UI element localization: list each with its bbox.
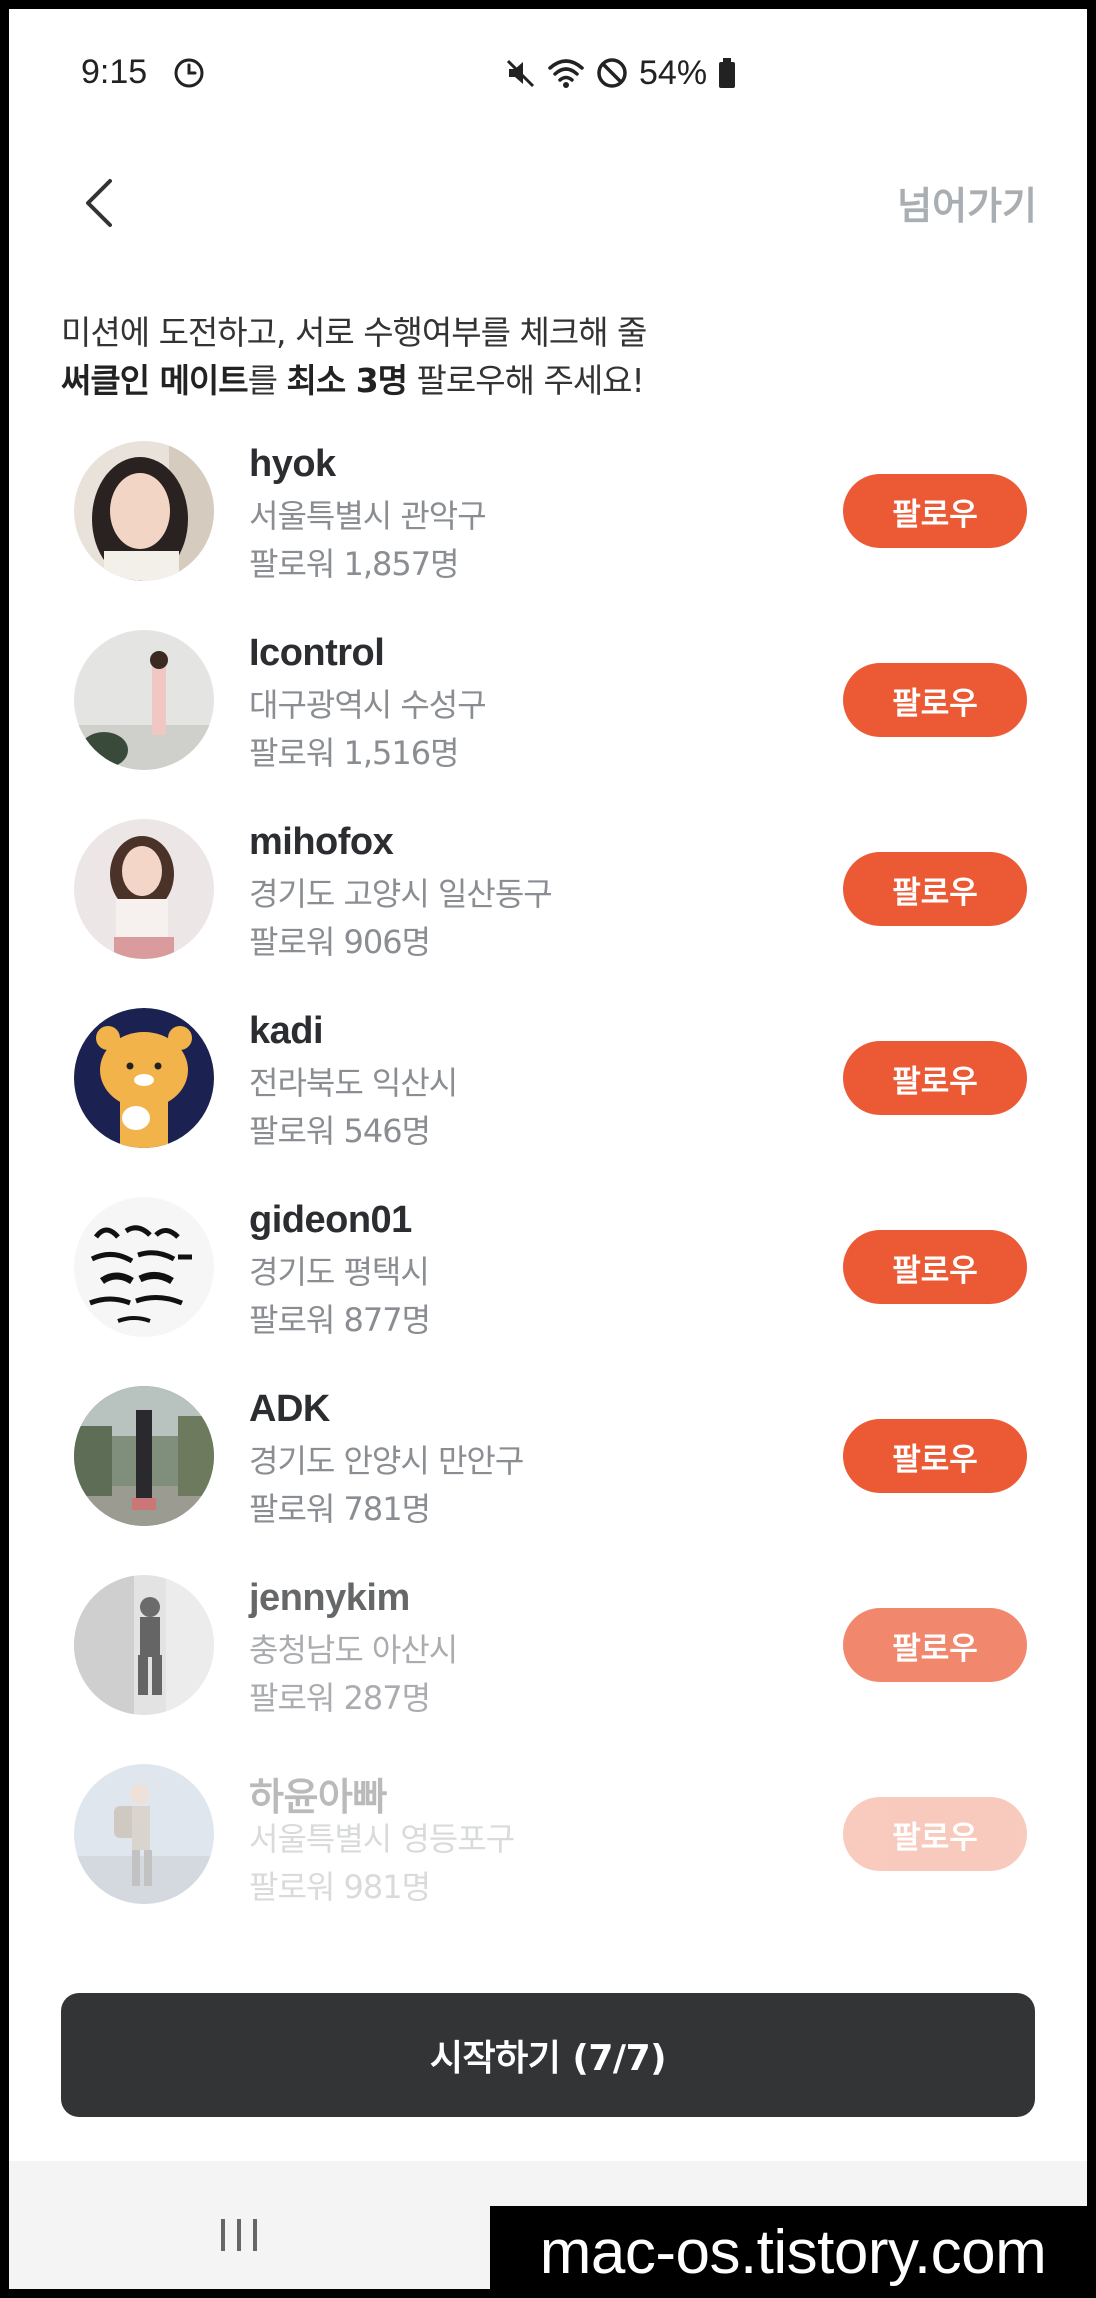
- mate-followers: 팔로워 546명: [249, 1112, 431, 1150]
- avatar-photo: [74, 630, 214, 770]
- mate-name: gideon01: [249, 1199, 412, 1241]
- wifi-icon: [548, 59, 584, 88]
- mate-region: 서울특별시 영등포구: [249, 1820, 515, 1858]
- mate-followers: 팔로워 1,857명: [249, 545, 460, 583]
- skip-button[interactable]: 넘어가기: [897, 175, 1037, 230]
- instruction-text-part: 팔로우해 주세요!: [407, 361, 645, 400]
- mate-row: mihofox 경기도 고양시 일산동구 팔로워 906명 팔로우: [9, 819, 1087, 1008]
- start-button[interactable]: 시작하기 (7/7): [61, 1993, 1035, 2117]
- follow-button[interactable]: 팔로우: [843, 1419, 1027, 1493]
- mate-region: 경기도 평택시: [249, 1253, 430, 1291]
- avatar[interactable]: [74, 1386, 214, 1526]
- follow-button[interactable]: 팔로우: [843, 1797, 1027, 1871]
- watermark: mac-os.tistory.com: [490, 2206, 1096, 2298]
- follow-button[interactable]: 팔로우: [843, 1230, 1027, 1304]
- avatar[interactable]: [74, 441, 214, 581]
- follow-button[interactable]: 팔로우: [843, 1608, 1027, 1682]
- mate-row: gideon01 경기도 평택시 팔로워 877명 팔로우: [9, 1197, 1087, 1386]
- mate-name: kadi: [249, 1010, 324, 1052]
- instruction-line-1: 미션에 도전하고, 서로 수행여부를 체크해 줄: [61, 313, 647, 352]
- mate-followers: 팔로워 877명: [249, 1301, 431, 1339]
- mate-followers: 팔로워 781명: [249, 1490, 431, 1528]
- chevron-left-icon: [86, 179, 112, 227]
- mate-region: 충청남도 아산시: [249, 1631, 458, 1669]
- mate-name: Icontrol: [249, 632, 385, 674]
- mate-name: ADK: [249, 1388, 330, 1430]
- avatar-photo: [74, 1008, 214, 1148]
- mate-followers: 팔로워 287명: [249, 1679, 431, 1717]
- mate-row: Icontrol 대구광역시 수성구 팔로워 1,516명 팔로우: [9, 630, 1087, 819]
- follow-button[interactable]: 팔로우: [843, 474, 1027, 548]
- mate-row: hyok 서울특별시 관악구 팔로워 1,857명 팔로우: [9, 441, 1087, 630]
- do-not-disturb-icon: [597, 58, 627, 88]
- avatar[interactable]: [74, 1008, 214, 1148]
- mate-followers: 팔로워 981명: [249, 1868, 431, 1906]
- avatar[interactable]: [74, 1197, 214, 1337]
- avatar-photo: [74, 1575, 214, 1715]
- follow-button[interactable]: 팔로우: [843, 852, 1027, 926]
- battery-icon: [719, 58, 736, 88]
- mate-row: ADK 경기도 안양시 만안구 팔로워 781명 팔로우: [9, 1386, 1087, 1575]
- mate-region: 경기도 고양시 일산동구: [249, 875, 553, 913]
- mate-region: 전라북도 익산시: [249, 1064, 458, 1102]
- status-icons: 54%: [503, 53, 737, 93]
- mate-name: jennykim: [249, 1577, 410, 1619]
- instruction-text: 미션에 도전하고, 서로 수행여부를 체크해 줄 써클인 메이트를 최소 3명 …: [61, 309, 1041, 405]
- mate-region: 경기도 안양시 만안구: [249, 1442, 524, 1480]
- mate-row: jennykim 충청남도 아산시 팔로워 287명 팔로우: [9, 1575, 1087, 1764]
- mate-row: 하윤아빠 서울특별시 영등포구 팔로워 981명 팔로우: [9, 1764, 1087, 1953]
- back-button[interactable]: [73, 173, 125, 233]
- mate-row: kadi 전라북도 익산시 팔로워 546명 팔로우: [9, 1008, 1087, 1197]
- mate-region: 대구광역시 수성구: [249, 686, 487, 724]
- follow-button[interactable]: 팔로우: [843, 1041, 1027, 1115]
- mate-name: hyok: [249, 443, 336, 485]
- avatar[interactable]: [74, 819, 214, 959]
- instruction-bold-count: 최소 3명: [286, 361, 409, 400]
- mute-icon: [506, 59, 535, 88]
- avatar-photo: [74, 1386, 214, 1526]
- instruction-text-part: 를: [247, 361, 287, 400]
- mate-name: mihofox: [249, 821, 394, 863]
- follow-button[interactable]: 팔로우: [843, 663, 1027, 737]
- avatar[interactable]: [74, 1764, 214, 1904]
- mate-followers: 팔로워 906명: [249, 923, 431, 961]
- avatar-photo: [74, 1197, 214, 1337]
- avatar-photo: [74, 441, 214, 581]
- recents-icon[interactable]: [219, 2217, 259, 2253]
- instruction-line-2: 써클인 메이트를 최소 3명 팔로우해 주세요!: [61, 357, 1041, 405]
- mate-followers: 팔로워 1,516명: [249, 734, 460, 772]
- mate-name: 하윤아빠: [249, 1777, 387, 1819]
- avatar[interactable]: [74, 1575, 214, 1715]
- clock-icon: [174, 58, 204, 88]
- status-bar: 9:15 54%: [9, 9, 1087, 129]
- avatar-photo: [74, 819, 214, 959]
- avatar-photo: [74, 1764, 214, 1904]
- battery-percent: 54%: [639, 53, 708, 92]
- status-time: 9:15: [81, 53, 148, 91]
- screen: 9:15 54% 넘어가기 미션에 도전하고, 서로 수행여부를 체크해 줄 써…: [9, 9, 1087, 2289]
- instruction-bold-mate: 써클인 메이트: [61, 361, 249, 400]
- mate-region: 서울특별시 관악구: [249, 497, 487, 535]
- avatar[interactable]: [74, 630, 214, 770]
